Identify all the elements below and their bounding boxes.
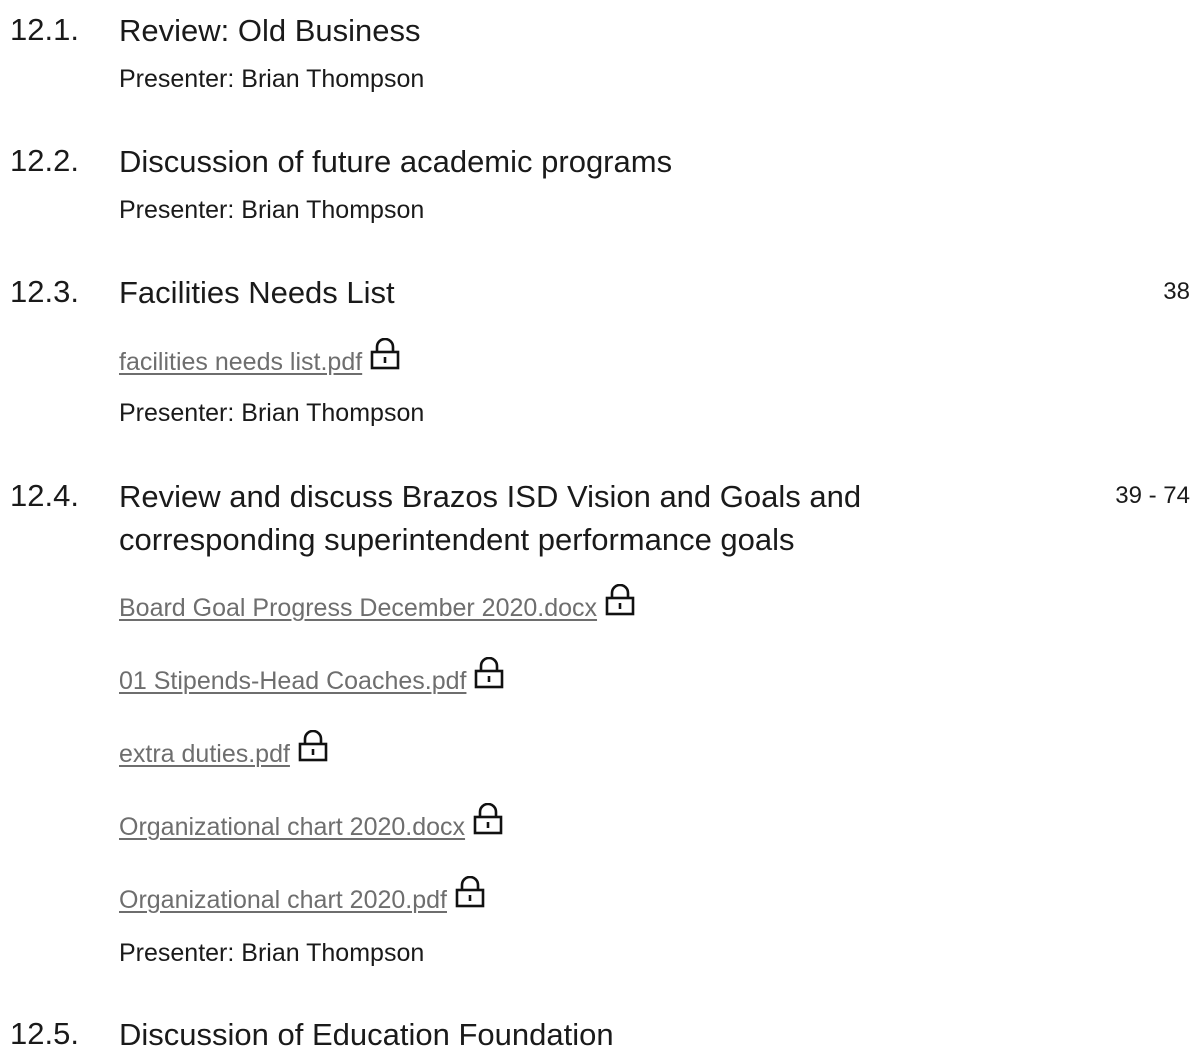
attachment: Organizational chart 2020.docx	[119, 803, 503, 843]
item-title: Discussion of future academic programs	[119, 144, 673, 179]
item-pages: 39 - 74	[1115, 482, 1190, 509]
item-pages: 38	[1163, 278, 1190, 305]
attachment-link[interactable]: 01 Stipends-Head Coaches.pdf	[119, 665, 466, 697]
item-presenter: Presenter: Brian Thompson	[119, 196, 425, 224]
item-title: Facilities Needs List	[119, 275, 395, 310]
item-presenter: Presenter: Brian Thompson	[119, 399, 425, 427]
lock-icon	[370, 338, 400, 370]
item-title: Discussion of Education Foundation	[119, 1017, 614, 1052]
attachment: extra duties.pdf	[119, 730, 328, 770]
lock-icon	[473, 803, 503, 835]
item-number: 12.2.	[10, 143, 79, 178]
lock-icon	[475, 657, 504, 689]
attachment-link[interactable]: facilities needs list.pdf	[119, 346, 362, 378]
item-presenter: Presenter: Brian Thompson	[119, 939, 425, 967]
attachment: Board Goal Progress December 2020.docx	[119, 584, 635, 624]
item-number: 12.1.	[10, 12, 79, 47]
attachment-link[interactable]: Organizational chart 2020.docx	[119, 811, 465, 843]
item-presenter: Presenter: Brian Thompson	[119, 65, 425, 93]
lock-icon	[298, 730, 328, 762]
item-title-line-2: corresponding superintendent performance…	[119, 522, 795, 557]
lock-icon	[455, 876, 485, 908]
attachment: facilities needs list.pdf	[119, 338, 400, 378]
attachment: Organizational chart 2020.pdf	[119, 876, 485, 916]
item-number: 12.3.	[10, 274, 79, 309]
item-title: Review: Old Business	[119, 13, 421, 48]
item-number: 12.5.	[10, 1016, 79, 1051]
attachment: 01 Stipends-Head Coaches.pdf	[119, 657, 504, 697]
attachment-link[interactable]: Board Goal Progress December 2020.docx	[119, 592, 597, 624]
item-title-line-1: Review and discuss Brazos ISD Vision and…	[119, 479, 862, 514]
lock-icon	[605, 584, 635, 616]
attachment-link[interactable]: Organizational chart 2020.pdf	[119, 884, 447, 916]
attachment-link[interactable]: extra duties.pdf	[119, 738, 290, 770]
item-number: 12.4.	[10, 478, 79, 513]
